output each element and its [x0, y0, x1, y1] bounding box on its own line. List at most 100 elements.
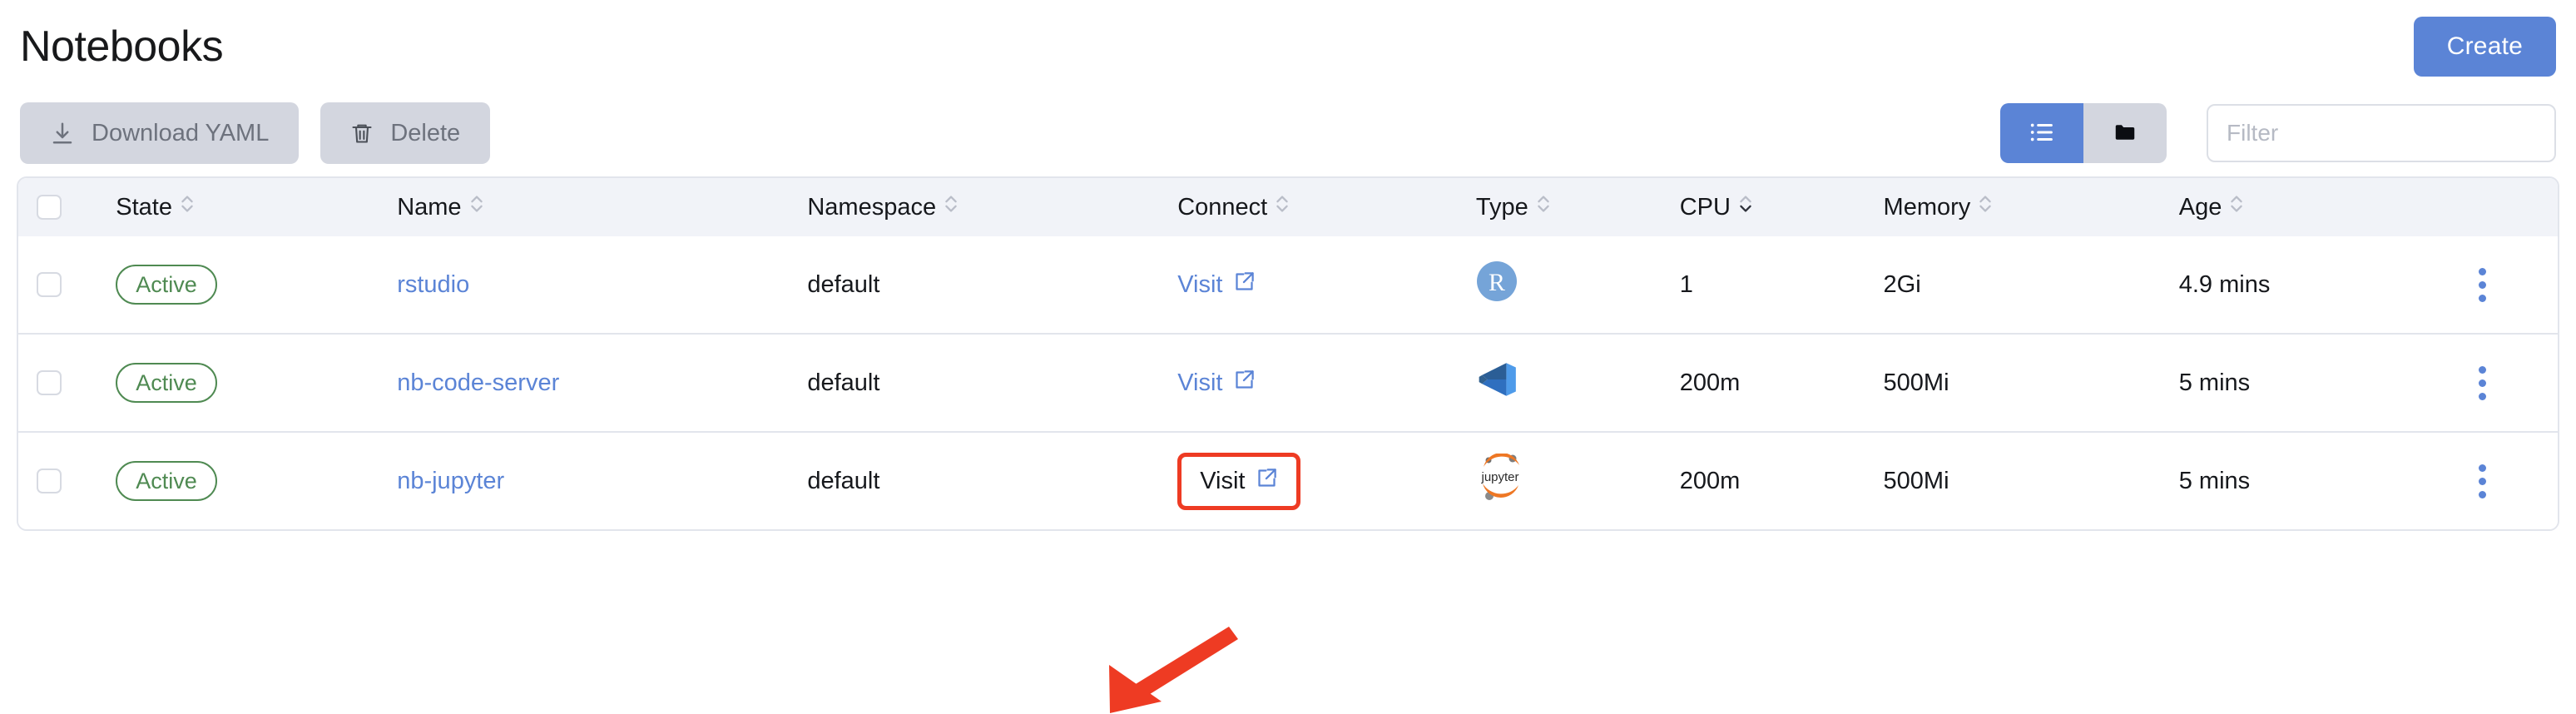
- svg-text:R: R: [1489, 269, 1505, 296]
- jupyter-logo: jupyter: [1476, 453, 1680, 508]
- select-all-header: [18, 178, 116, 236]
- column-header-actions: [2466, 178, 2558, 236]
- column-header-name[interactable]: Name: [397, 178, 807, 236]
- column-header-age[interactable]: Age: [2179, 178, 2466, 236]
- row-checkbox[interactable]: [37, 370, 62, 395]
- column-header-memory[interactable]: Memory: [1884, 178, 2179, 236]
- row-menu-button[interactable]: [2466, 267, 2499, 302]
- column-header-memory-label: Memory: [1883, 193, 1971, 221]
- column-header-type-label: Type: [1475, 193, 1528, 221]
- table-row[interactable]: Active nb-jupyter default Visit jupyter …: [18, 431, 2558, 529]
- cell-namespace: default: [807, 333, 1178, 432]
- cell-namespace: default: [807, 236, 1178, 334]
- sort-chevron-icon[interactable]: [179, 192, 196, 222]
- filter-input[interactable]: [2207, 104, 2556, 162]
- row-select-cell: [18, 236, 116, 334]
- cell-age: 5 mins: [2178, 333, 2466, 432]
- cell-actions: [2465, 333, 2558, 432]
- visit-link-highlighted[interactable]: Visit: [1177, 452, 1301, 510]
- cell-cpu: 200m: [1679, 333, 1884, 432]
- cell-namespace: default: [807, 431, 1178, 529]
- sort-chevron-icon[interactable]: [1535, 192, 1552, 222]
- notebook-name-link[interactable]: nb-code-server: [397, 369, 559, 396]
- page-title: Notebooks: [20, 22, 224, 71]
- visit-link[interactable]: Visit: [1177, 270, 1256, 300]
- column-header-cpu-label: CPU: [1679, 193, 1731, 221]
- visit-label: Visit: [1177, 369, 1223, 396]
- delete-button[interactable]: Delete: [320, 102, 491, 164]
- download-yaml-button[interactable]: Download YAML: [20, 102, 300, 164]
- folder-view-icon: [2113, 120, 2138, 147]
- cell-name: nb-jupyter: [397, 431, 808, 529]
- cell-type: jupyter: [1475, 431, 1680, 529]
- table-body: Active rstudio default Visit R 1 2Gi 4.9…: [18, 236, 2558, 529]
- cell-memory: 2Gi: [1883, 236, 2179, 334]
- column-header-namespace[interactable]: Namespace: [807, 178, 1177, 236]
- column-header-connect-label: Connect: [1177, 193, 1268, 221]
- column-header-connect[interactable]: Connect: [1177, 178, 1476, 236]
- cell-actions: [2465, 431, 2558, 529]
- cell-memory: 500Mi: [1883, 333, 2179, 432]
- toolbar-right-group: [2000, 103, 2556, 163]
- notebooks-page: Notebooks Create Download YAML Delete Fi…: [0, 0, 2576, 714]
- view-folder-button[interactable]: [2083, 103, 2167, 163]
- cell-name: nb-code-server: [397, 333, 808, 432]
- cell-actions: [2465, 236, 2558, 334]
- column-header-name-label: Name: [397, 193, 462, 221]
- row-select-cell: [18, 333, 116, 432]
- cell-connect: Visit: [1177, 431, 1476, 529]
- status-badge: Active: [116, 265, 217, 305]
- row-checkbox[interactable]: [37, 469, 62, 493]
- select-all-checkbox[interactable]: [37, 195, 62, 220]
- visit-link[interactable]: Visit: [1177, 369, 1256, 398]
- cell-cpu: 1: [1679, 236, 1884, 334]
- cell-state: Active: [116, 333, 398, 432]
- page-header: Notebooks Create: [17, 0, 2559, 93]
- row-menu-button[interactable]: [2466, 365, 2499, 400]
- column-header-type[interactable]: Type: [1476, 178, 1680, 236]
- cell-memory: 500Mi: [1883, 431, 2179, 529]
- visit-label: Visit: [1177, 270, 1223, 298]
- cell-name: rstudio: [397, 236, 808, 334]
- sort-chevron-icon[interactable]: [943, 192, 959, 222]
- cell-connect: Visit: [1177, 236, 1476, 334]
- cell-state: Active: [116, 431, 398, 529]
- table-header-row: State Name Namespace Connect Type CPU Me…: [18, 178, 2558, 236]
- column-header-state[interactable]: State: [116, 178, 397, 236]
- cell-state: Active: [116, 236, 398, 334]
- sort-chevron-icon[interactable]: [468, 192, 485, 222]
- rstudio-logo: R: [1476, 260, 1680, 309]
- table-row[interactable]: Active nb-code-server default Visit 200m…: [18, 333, 2558, 432]
- row-menu-button[interactable]: [2466, 464, 2499, 498]
- notebook-name-link[interactable]: nb-jupyter: [397, 468, 504, 494]
- column-header-namespace-label: Namespace: [807, 193, 937, 221]
- vscode-logo: [1476, 358, 1680, 408]
- external-link-icon: [1256, 467, 1278, 496]
- external-link-icon: [1233, 369, 1256, 398]
- column-header-cpu[interactable]: CPU: [1680, 178, 1884, 236]
- column-header-age-label: Age: [2178, 193, 2222, 221]
- create-button[interactable]: Create: [2413, 17, 2556, 77]
- trash-icon: [350, 121, 374, 145]
- svg-text:jupyter: jupyter: [1480, 470, 1518, 484]
- sort-chevron-icon[interactable]: [1737, 192, 1754, 222]
- sort-chevron-icon[interactable]: [1977, 192, 1994, 222]
- cell-connect: Visit: [1177, 333, 1476, 432]
- visit-label: Visit: [1200, 467, 1246, 494]
- cell-age: 4.9 mins: [2178, 236, 2466, 334]
- row-checkbox[interactable]: [37, 272, 62, 297]
- notebook-name-link[interactable]: rstudio: [397, 271, 469, 298]
- notebooks-table: State Name Namespace Connect Type CPU Me…: [17, 176, 2559, 531]
- cell-age: 5 mins: [2178, 431, 2466, 529]
- toolbar-left-group: Download YAML Delete: [20, 102, 491, 164]
- download-yaml-label: Download YAML: [92, 119, 270, 146]
- view-list-button[interactable]: [2000, 103, 2083, 163]
- table-row[interactable]: Active rstudio default Visit R 1 2Gi 4.9…: [18, 236, 2558, 334]
- status-badge: Active: [116, 461, 217, 501]
- sort-chevron-icon[interactable]: [1274, 192, 1290, 222]
- download-icon: [50, 121, 75, 146]
- view-mode-toggle[interactable]: [2000, 103, 2167, 163]
- delete-label: Delete: [390, 119, 461, 146]
- cell-cpu: 200m: [1679, 431, 1884, 529]
- sort-chevron-icon[interactable]: [2228, 192, 2245, 222]
